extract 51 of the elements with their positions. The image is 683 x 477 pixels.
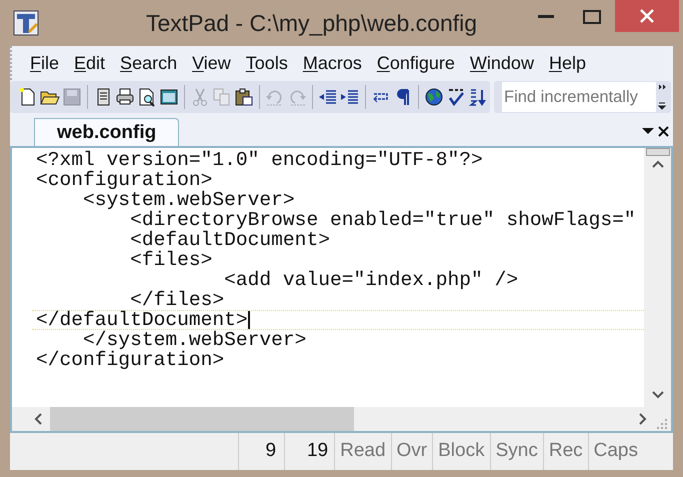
window-icon[interactable] [159,87,179,107]
text-cursor [248,311,250,329]
close-icon[interactable] [658,126,669,137]
code-line: <?xml version="1.0" encoding="UTF-8"?> [35,150,483,170]
code-line: </files> [130,290,224,310]
overflow-icon[interactable] [658,83,666,111]
line-number: 9 [238,433,284,470]
status-indicator: Ovr [390,433,432,470]
menu-item[interactable]: Window [470,50,534,76]
clipboard-icon[interactable] [234,87,254,107]
status-indicator: Caps [588,433,643,470]
code-line: </configuration> [35,350,224,370]
code-line: <files> [129,250,212,270]
menu-item[interactable]: Tools [246,50,288,76]
code-line: </system.webServer> [83,330,306,350]
menu-item[interactable]: Macros [302,50,362,76]
window-title: TextPad - C:\my_php\web.config [144,8,478,38]
close-button[interactable] [615,0,679,32]
code-line: <add value="index.php" /> [223,270,518,290]
sort-icon[interactable] [468,87,488,107]
menu-item[interactable]: Help [548,50,586,76]
scroll-thumb[interactable] [646,148,670,156]
status-indicator: Sync [490,433,543,470]
close-icon [640,9,654,23]
column-number: 19 [284,433,334,470]
menu-item[interactable]: File [30,50,60,76]
code-line: <configuration> [35,170,212,190]
code-line: </defaultDocument> [35,310,248,330]
menu-item[interactable]: Edit [74,50,106,76]
print-preview-icon[interactable] [137,87,157,107]
maximize-icon [583,10,601,24]
status-indicator: Rec [542,433,588,470]
minimize-icon [538,15,554,19]
status-indicator: Read [334,433,391,470]
menu-item[interactable]: View [192,50,231,76]
code-line: <directoryBrowse enabled="true" showFlags=" [130,210,636,230]
menu-item[interactable]: Configure [376,50,455,76]
status-indicator: Block [432,433,490,470]
search-field[interactable]: Find incrementally [502,82,656,112]
app-icon [12,9,40,37]
resize-grip-icon[interactable] [657,419,667,429]
tab[interactable]: web.config [34,118,180,146]
vertical-scrollbar[interactable] [644,148,671,407]
globe-icon[interactable] [424,87,444,107]
scroll-thumb[interactable] [50,407,354,431]
menu-item[interactable]: Search [120,50,178,76]
dropdown-icon[interactable] [642,127,654,135]
printer-icon[interactable] [115,87,135,107]
code-line: <defaultDocument> [129,230,330,250]
spellcheck-icon[interactable] [446,87,466,107]
code-line: <system.webServer> [82,190,295,210]
